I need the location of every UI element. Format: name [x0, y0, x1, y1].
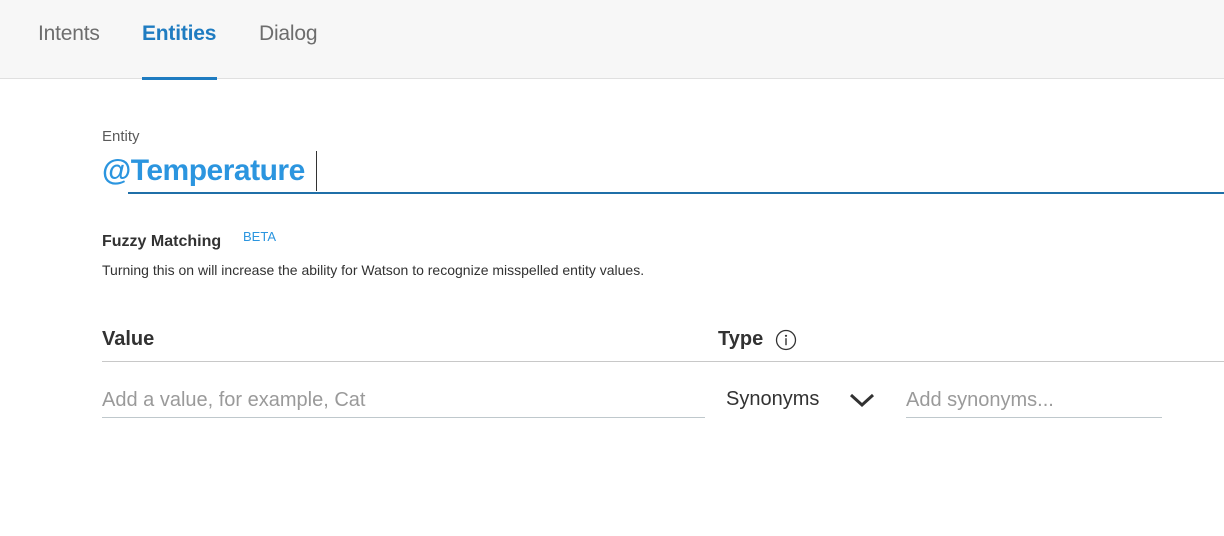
fuzzy-matching-description: Turning this on will increase the abilit…: [102, 262, 645, 278]
tab-entities[interactable]: Entities: [142, 22, 217, 80]
beta-badge: BETA: [243, 229, 276, 244]
synonyms-input[interactable]: [906, 384, 1162, 418]
entity-name-field[interactable]: @Temperature: [102, 150, 1224, 194]
entity-field-underline: [128, 192, 1224, 194]
top-nav: Intents Entities Dialog: [0, 0, 1224, 80]
value-input[interactable]: [102, 384, 705, 418]
info-icon[interactable]: [775, 329, 797, 351]
tab-dialog[interactable]: Dialog: [259, 22, 318, 79]
type-selected-value: Synonyms: [726, 388, 820, 410]
type-column-header: Type: [718, 328, 764, 350]
entity-name-value[interactable]: @Temperature: [102, 154, 305, 188]
tab-intents[interactable]: Intents: [38, 22, 100, 79]
entity-label: Entity: [102, 128, 140, 145]
type-dropdown[interactable]: Synonyms: [726, 384, 881, 418]
chevron-down-icon[interactable]: [848, 390, 876, 410]
fuzzy-matching-title: Fuzzy Matching: [102, 233, 222, 250]
header-divider: [102, 361, 1224, 362]
value-column-header: Value: [102, 328, 155, 350]
text-cursor: [316, 151, 317, 191]
